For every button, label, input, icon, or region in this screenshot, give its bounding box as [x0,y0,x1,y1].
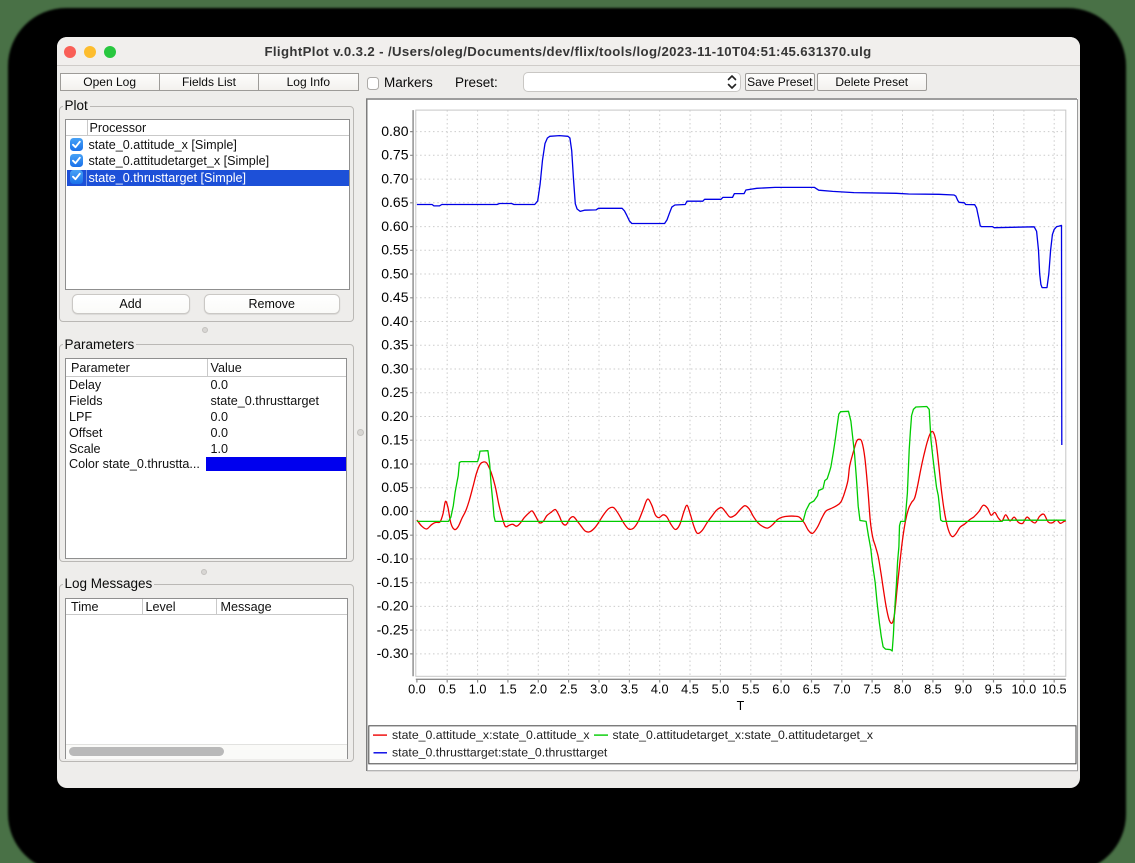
svg-text:-0.10: -0.10 [376,550,408,566]
svg-text:10.0: 10.0 [1011,682,1036,696]
svg-text:0.45: 0.45 [381,289,408,305]
svg-text:state_0.attitude_x:state_0.att: state_0.attitude_x:state_0.attitude_x [392,728,590,742]
svg-text:6.5: 6.5 [802,682,820,696]
svg-text:0.15: 0.15 [381,431,408,447]
svg-text:0.25: 0.25 [381,384,408,400]
svg-text:7.0: 7.0 [832,682,850,696]
svg-text:0.60: 0.60 [381,218,408,234]
svg-text:-0.30: -0.30 [376,645,408,661]
svg-text:6.0: 6.0 [772,682,790,696]
svg-text:0.55: 0.55 [381,241,408,257]
svg-text:8.5: 8.5 [924,682,942,696]
svg-text:0.10: 0.10 [381,455,408,471]
svg-text:T: T [736,698,744,712]
svg-text:1.5: 1.5 [499,682,517,696]
svg-text:0.35: 0.35 [381,336,408,352]
svg-text:0.00: 0.00 [381,502,408,518]
svg-text:-0.15: -0.15 [376,574,408,590]
svg-text:9.0: 9.0 [954,682,972,696]
svg-text:4.5: 4.5 [681,682,699,696]
svg-text:5.0: 5.0 [711,682,729,696]
svg-text:-0.20: -0.20 [376,597,408,613]
svg-text:1.0: 1.0 [468,682,486,696]
svg-text:0.65: 0.65 [381,194,408,210]
svg-text:3.0: 3.0 [590,682,608,696]
svg-text:4.0: 4.0 [650,682,668,696]
svg-text:state_0.thrusttarget:state_0.t: state_0.thrusttarget:state_0.thrusttarge… [392,745,608,759]
svg-text:0.70: 0.70 [381,170,408,186]
svg-text:0.50: 0.50 [381,265,408,281]
svg-text:10.5: 10.5 [1041,682,1066,696]
svg-text:7.5: 7.5 [863,682,881,696]
svg-text:state_0.attitudetarget_x:state: state_0.attitudetarget_x:state_0.attitud… [612,728,873,742]
svg-text:-0.25: -0.25 [376,621,408,637]
svg-text:-0.05: -0.05 [376,526,408,542]
svg-text:9.5: 9.5 [984,682,1002,696]
svg-text:0.0: 0.0 [408,682,426,696]
svg-text:0.40: 0.40 [381,312,408,328]
svg-text:0.05: 0.05 [381,479,408,495]
svg-text:0.20: 0.20 [381,407,408,423]
svg-text:0.75: 0.75 [381,146,408,162]
svg-text:3.5: 3.5 [620,682,638,696]
svg-text:2.5: 2.5 [559,682,577,696]
svg-text:0.80: 0.80 [381,123,408,139]
svg-text:0.5: 0.5 [438,682,456,696]
svg-text:5.5: 5.5 [741,682,759,696]
svg-text:0.30: 0.30 [381,360,408,376]
svg-text:2.0: 2.0 [529,682,547,696]
svg-text:8.0: 8.0 [893,682,911,696]
